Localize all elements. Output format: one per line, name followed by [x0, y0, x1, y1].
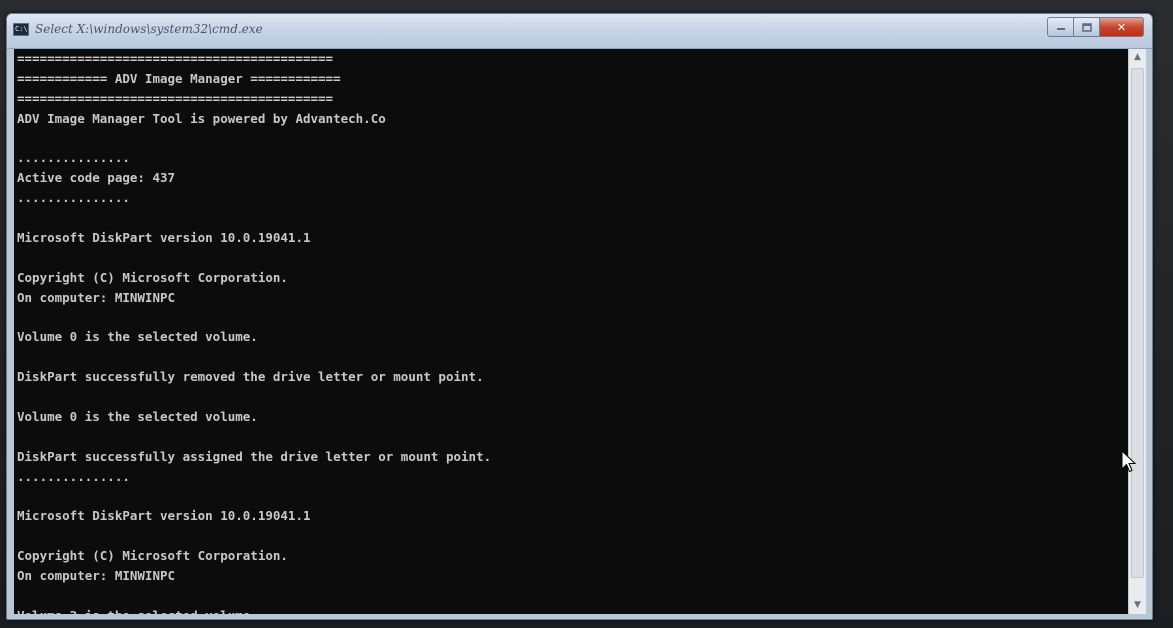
cmd-icon[interactable]: C:\: [13, 23, 29, 36]
console-line: DiskPart successfully assigned the drive…: [17, 448, 492, 464]
caption-buttons: ✕: [1047, 17, 1144, 37]
minimize-icon: [1056, 28, 1065, 30]
maximize-icon: [1081, 22, 1092, 32]
window-title: Select X:\windows\system32\cmd.exe: [35, 22, 263, 36]
console-line: ...............: [17, 150, 130, 166]
scroll-down-icon[interactable]: ▼: [1129, 597, 1146, 614]
console-line: Volume 0 is the selected volume.: [17, 329, 258, 345]
console-line: Volume 0 is the selected volume.: [17, 409, 258, 425]
close-icon: ✕: [1116, 20, 1127, 34]
console-line: Copyright (C) Microsoft Corporation.: [17, 269, 288, 285]
close-button[interactable]: ✕: [1100, 17, 1144, 37]
console-line: DiskPart successfully removed the drive …: [17, 369, 484, 385]
console-line: Microsoft DiskPart version 10.0.19041.1: [17, 230, 311, 246]
maximize-button[interactable]: [1074, 17, 1100, 37]
console-line: On computer: MINWINPC: [17, 289, 176, 305]
console-line: ...............: [17, 190, 130, 206]
console-lines: ========================================…: [17, 49, 491, 614]
console-line: ========================================…: [17, 90, 334, 106]
scroll-up-icon[interactable]: ▲: [1129, 49, 1146, 66]
mouse-pointer-icon: [1121, 450, 1137, 473]
console-line: Copyright (C) Microsoft Corporation.: [17, 548, 288, 564]
console-output[interactable]: ========================================…: [14, 49, 1134, 614]
console-line: ========================================…: [17, 51, 334, 66]
cmd-window[interactable]: C:\ Select X:\windows\system32\cmd.exe ✕…: [6, 13, 1153, 620]
console-line: Microsoft DiskPart version 10.0.19041.1: [17, 508, 311, 524]
minimize-button[interactable]: [1047, 17, 1074, 37]
console-line: ADV Image Manager Tool is powered by Adv…: [17, 110, 386, 126]
console-line: ...............: [17, 468, 130, 484]
console-line: On computer: MINWINPC: [17, 568, 176, 584]
console-line: Volume 2 is the selected volume.: [17, 606, 491, 614]
scroll-thumb[interactable]: [1131, 68, 1144, 578]
console-line: Active code page: 437: [17, 170, 176, 186]
title-bar[interactable]: C:\ Select X:\windows\system32\cmd.exe ✕: [7, 14, 1152, 49]
console-line: ============ ADV Image Manager =========…: [17, 70, 341, 86]
vertical-scrollbar[interactable]: ▲ ▼: [1128, 49, 1146, 614]
